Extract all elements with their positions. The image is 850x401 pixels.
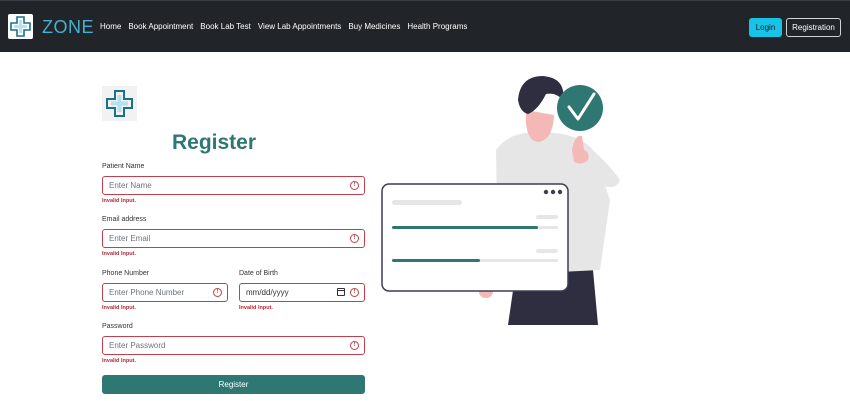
logo-icon[interactable] [8, 14, 33, 39]
exclamation-circle-icon: ! [213, 288, 222, 297]
navbar: ZONE Home Book Appointment Book Lab Test… [0, 0, 850, 52]
name-label: Patient Name [102, 163, 145, 170]
brand-name[interactable]: ZONE [42, 17, 94, 37]
progress-fill [392, 259, 480, 262]
more-dots-icon [543, 189, 549, 195]
nav-view-lab-appointments[interactable]: View Lab Appointments [258, 21, 341, 33]
registration-button[interactable]: Registration [786, 18, 841, 37]
name-error: Invalid Input. [102, 198, 136, 204]
register-button[interactable]: Register [102, 375, 365, 394]
name-placeholder: Enter Name [109, 181, 152, 190]
password-label: Password [102, 323, 133, 330]
password-error: Invalid Input. [102, 358, 136, 364]
phone-placeholder: Enter Phone Number [109, 288, 185, 297]
registration-illustration [381, 76, 620, 325]
check-circle [557, 85, 603, 131]
calendar-icon[interactable] [337, 288, 345, 296]
card-line [392, 200, 462, 205]
nav-buy-medicines[interactable]: Buy Medicines [348, 21, 400, 33]
dob-placeholder: mm/dd/yyyy [246, 288, 289, 297]
email-input[interactable]: Enter Email ! [102, 229, 365, 248]
exclamation-circle-icon: ! [350, 181, 359, 190]
email-label: Email address [102, 216, 147, 223]
card-line [536, 215, 558, 219]
phone-input[interactable]: Enter Phone Number ! [102, 283, 228, 302]
phone-label: Phone Number [102, 270, 150, 277]
progress-fill [392, 226, 538, 229]
nav-book-appointment[interactable]: Book Appointment [128, 21, 193, 33]
exclamation-circle-icon: ! [350, 341, 359, 350]
phone-error: Invalid Input. [102, 305, 136, 311]
nav-book-lab-test[interactable]: Book Lab Test [200, 21, 251, 33]
dob-input[interactable]: mm/dd/yyyy ! [239, 283, 365, 302]
email-placeholder: Enter Email [109, 234, 151, 243]
nav-health-programs[interactable]: Health Programs [407, 21, 467, 33]
dob-label: Date of Birth [239, 270, 278, 277]
page-title: Register [172, 131, 257, 154]
login-button[interactable]: Login [749, 18, 782, 37]
exclamation-circle-icon: ! [350, 234, 359, 243]
nav-home[interactable]: Home [100, 21, 121, 33]
name-input[interactable]: Enter Name ! [102, 176, 365, 195]
email-error: Invalid Input. [102, 251, 136, 257]
password-placeholder: Enter Password [109, 341, 166, 350]
nav-links: Home Book Appointment Book Lab Test View… [100, 21, 467, 33]
person-hair [518, 76, 564, 114]
dob-error: Invalid Input. [239, 305, 273, 311]
card-line [536, 249, 558, 253]
exclamation-circle-icon: ! [350, 288, 359, 297]
password-input[interactable]: Enter Password ! [102, 336, 365, 355]
form-logo-icon [102, 86, 137, 121]
